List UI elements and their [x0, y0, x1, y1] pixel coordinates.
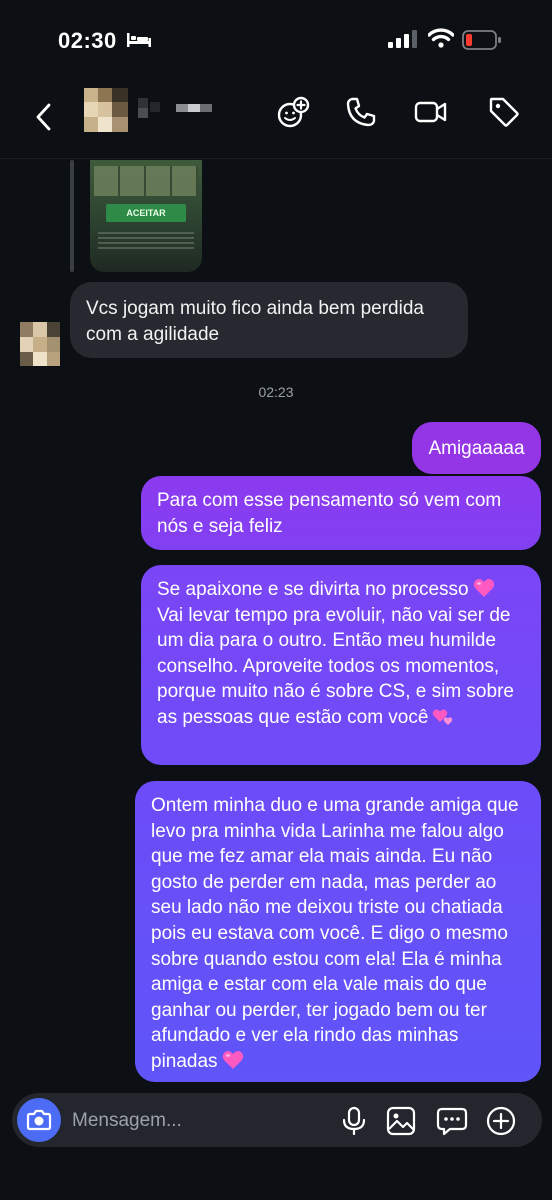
back-icon[interactable] [32, 102, 56, 132]
camera-icon [26, 1109, 52, 1131]
reply-quote-bar [70, 160, 74, 272]
image-icon[interactable] [386, 1106, 416, 1136]
two-hearts-emoji-icon [433, 709, 453, 725]
status-bar: 02:30 [0, 0, 552, 80]
battery-low-icon [462, 30, 501, 50]
outgoing-message[interactable]: Para com esse pensamento só vem com nós … [141, 476, 541, 550]
message-text: Se apaixone e se divirta no processo [157, 579, 469, 600]
contact-name[interactable] [138, 98, 222, 118]
message-input[interactable] [70, 1093, 324, 1149]
outgoing-message[interactable]: Ontem minha duo e uma grande amiga que l… [135, 781, 541, 1082]
message-text: Amigaaaaa [428, 438, 525, 459]
preview-accept-label: ACEITAR [106, 204, 186, 222]
preview-footer-text [98, 232, 194, 252]
outgoing-message[interactable]: Se apaixone e se divirta no processo Vai… [141, 565, 541, 765]
message-text-continued: Vai levar tempo pra evoluir, não vai ser… [157, 604, 514, 728]
video-icon[interactable] [414, 96, 448, 128]
message-text: Ontem minha duo e uma grande amiga que l… [151, 795, 519, 1072]
incoming-message[interactable]: Vcs jogam muito fico ainda bem perdida c… [70, 282, 468, 358]
plus-circle-icon[interactable] [486, 1106, 516, 1136]
camera-button[interactable] [17, 1098, 61, 1142]
pink-heart-emoji-icon [222, 1050, 243, 1069]
shared-image-preview[interactable]: ACEITAR [90, 160, 202, 272]
pink-heart-emoji-icon [473, 579, 494, 597]
signal-icon [388, 30, 417, 48]
contact-avatar[interactable] [84, 88, 128, 132]
sender-avatar[interactable] [20, 322, 60, 366]
status-time: 02:30 [58, 28, 117, 53]
sticker-add-icon[interactable] [276, 96, 310, 130]
bed-icon [127, 33, 151, 47]
preview-player-grid [94, 166, 198, 196]
microphone-icon[interactable] [340, 1106, 368, 1136]
wifi-icon [428, 28, 454, 48]
tag-icon[interactable] [488, 96, 520, 128]
message-text: Para com esse pensamento só vem com nós … [157, 490, 502, 537]
outgoing-message[interactable]: Amigaaaaa [412, 422, 541, 474]
chat-bubble-icon[interactable] [436, 1106, 468, 1136]
phone-icon[interactable] [345, 96, 377, 128]
chat-header [0, 80, 552, 158]
header-divider [0, 158, 552, 159]
message-timestamp: 02:23 [258, 384, 294, 400]
message-composer [12, 1093, 542, 1149]
